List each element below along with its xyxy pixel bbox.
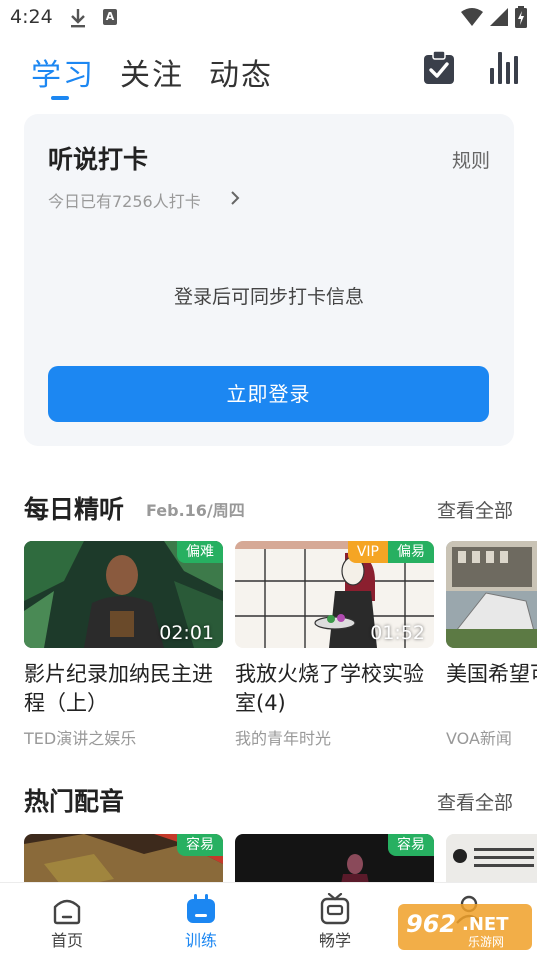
login-hint: 登录后可同步打卡信息 <box>173 286 364 308</box>
daily-section-title: 每日精听 <box>24 495 125 524</box>
battery-icon <box>515 6 527 32</box>
chevron-right-icon <box>230 190 240 210</box>
svg-text:.NET: .NET <box>462 914 509 935</box>
status-bar: 4:24 A <box>0 0 537 36</box>
tv-icon <box>319 892 351 929</box>
status-time: 4:24 <box>10 6 53 28</box>
site-watermark: 962 .NET 乐游网 <box>398 902 532 952</box>
status-right <box>461 6 527 32</box>
badge-group: VIP 偏易 <box>347 541 434 563</box>
checkin-title: 听说打卡 <box>48 145 149 174</box>
tab-feed[interactable]: 动态 <box>209 50 273 94</box>
video-duration: 02:01 <box>159 622 214 644</box>
badge-group: 容易 <box>388 834 434 856</box>
nav-home-label: 首页 <box>50 931 83 950</box>
signal-icon <box>489 7 509 31</box>
video-thumbnail <box>446 541 537 648</box>
video-title: 美国希望可归者 <box>446 662 537 686</box>
nav-learn[interactable]: 畅学 <box>285 883 385 956</box>
nav-home[interactable]: 首页 <box>17 883 117 956</box>
checklist-icon[interactable] <box>422 50 456 90</box>
difficulty-badge: 偏难 <box>177 541 223 563</box>
video-title: 我放火烧了学校实验室(4) <box>235 662 424 715</box>
top-tab-bar: 学习 关注 动态 <box>0 44 537 106</box>
wifi-icon <box>461 7 483 31</box>
home-icon <box>51 893 83 929</box>
badge-group: 偏难 <box>177 541 223 563</box>
video-title: 影片纪录加纳民主进程（上） <box>24 662 213 715</box>
tab-study[interactable]: 学习 <box>31 50 95 94</box>
vip-badge: VIP <box>347 541 388 563</box>
daily-view-all-link[interactable]: 查看全部 <box>437 496 513 523</box>
checkin-count-link[interactable]: 今日已有7256人打卡 <box>48 188 201 212</box>
tab-follow[interactable]: 关注 <box>120 50 184 94</box>
video-card[interactable]: 美国希望可归者 VOA新闻 <box>446 541 537 749</box>
video-card[interactable]: VIP 偏易 01:52 我放火烧了学校实验室(4) 我的青年时光 <box>235 541 434 749</box>
dubbing-view-all-link[interactable]: 查看全部 <box>437 788 513 815</box>
video-source: VOA新闻 <box>446 729 512 748</box>
app-screen: 4:24 A 学习 关注 动态 听说打卡 规则 今日已有7256人打卡 登录后可… <box>0 0 537 956</box>
video-thumbnail: VIP 偏易 01:52 <box>235 541 434 648</box>
daily-date: Feb.16/周四 <box>146 501 245 520</box>
download-icon <box>68 7 88 33</box>
checkin-card: 听说打卡 规则 今日已有7256人打卡 登录后可同步打卡信息 立即登录 <box>24 114 514 446</box>
svg-text:962: 962 <box>406 910 456 938</box>
login-button[interactable]: 立即登录 <box>48 366 489 422</box>
training-icon <box>185 893 217 929</box>
svg-text:乐游网: 乐游网 <box>468 935 504 949</box>
difficulty-badge: 偏易 <box>388 541 434 563</box>
rules-link[interactable]: 规则 <box>452 146 490 173</box>
nav-learn-label: 畅学 <box>318 931 351 950</box>
difficulty-badge: 容易 <box>388 834 434 856</box>
video-source: 我的青年时光 <box>235 729 332 748</box>
video-card[interactable]: 偏难 02:01 影片纪录加纳民主进程（上） TED演讲之娱乐 <box>24 541 223 749</box>
badge-group: 容易 <box>177 834 223 856</box>
video-thumbnail: 偏难 02:01 <box>24 541 223 648</box>
nav-training[interactable]: 训练 <box>151 883 251 956</box>
video-source: TED演讲之娱乐 <box>24 729 137 748</box>
nav-training-label: 训练 <box>184 931 217 950</box>
difficulty-badge: 容易 <box>177 834 223 856</box>
app-notification-icon: A <box>103 9 117 25</box>
dubbing-section-title: 热门配音 <box>24 787 125 816</box>
video-duration: 01:52 <box>370 622 425 644</box>
active-tab-indicator <box>51 96 69 100</box>
stats-icon[interactable] <box>488 50 520 90</box>
